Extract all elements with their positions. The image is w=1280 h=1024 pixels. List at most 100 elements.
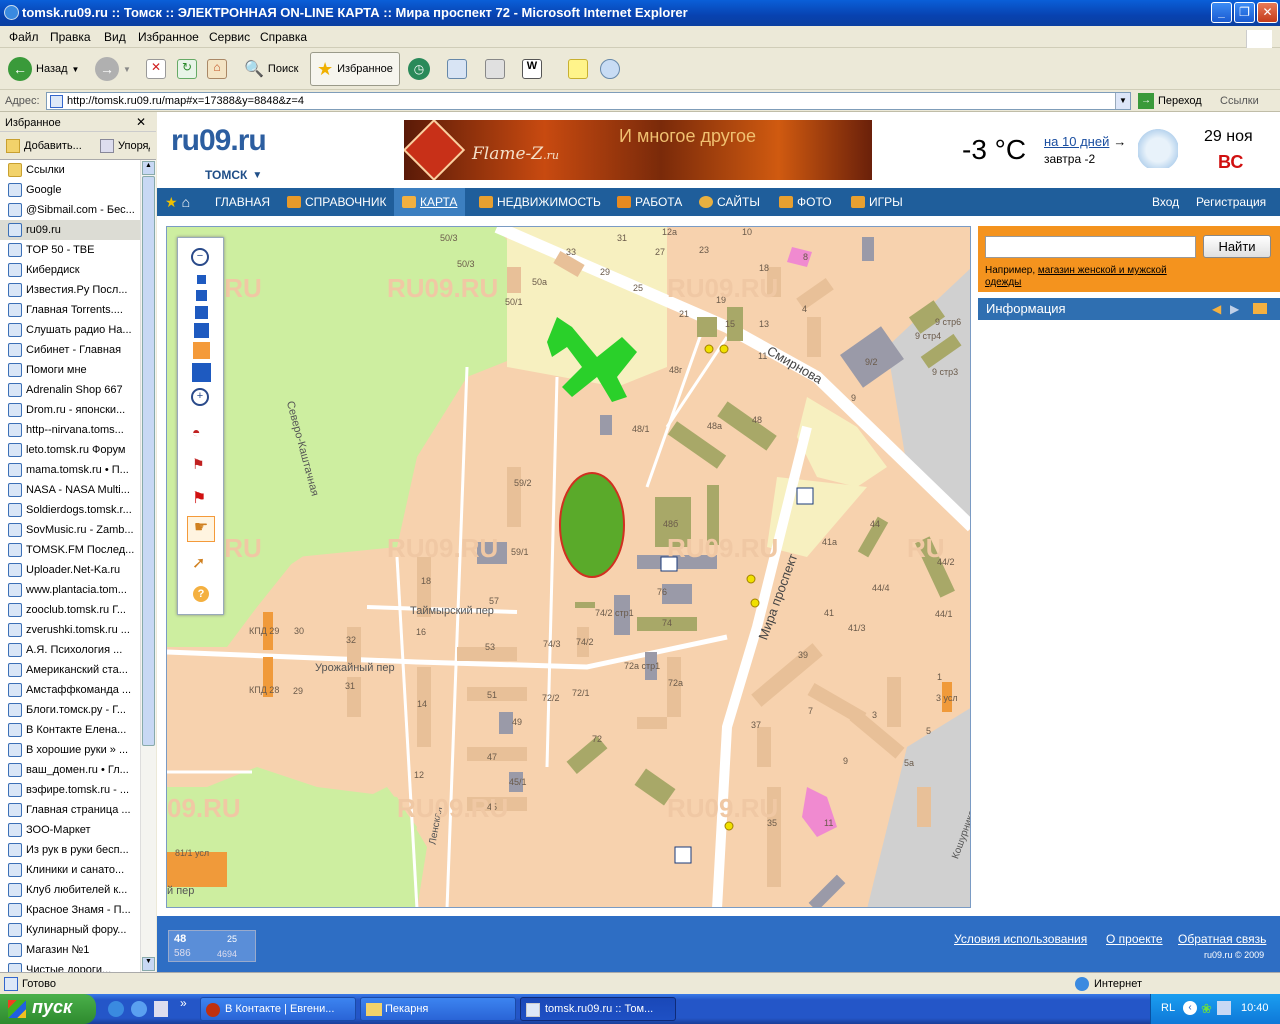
prev-arrow-icon[interactable]: ◀ bbox=[1212, 302, 1221, 316]
nav-map[interactable]: КАРТА bbox=[394, 188, 466, 216]
minimize-button[interactable]: _ bbox=[1211, 2, 1232, 23]
favorite-item[interactable]: Главная Torrents.... bbox=[0, 300, 140, 320]
favorite-item[interactable]: NASA - NASA Multi... bbox=[0, 480, 140, 500]
zoom-level-5-active[interactable] bbox=[193, 342, 210, 359]
scroll-thumb[interactable] bbox=[142, 176, 155, 746]
favorite-item[interactable]: Кибердиск bbox=[0, 260, 140, 280]
quicklaunch-desktop-icon[interactable] bbox=[154, 1001, 168, 1017]
search-input[interactable] bbox=[985, 236, 1196, 258]
flag-icon[interactable]: ⚑ bbox=[192, 488, 210, 507]
task-vkontakte[interactable]: В Контакте | Евгени... bbox=[200, 997, 356, 1021]
task-bakery[interactable]: Пекарня bbox=[360, 997, 516, 1021]
favorite-item[interactable]: ЗОО-Маркет bbox=[0, 820, 140, 840]
zoom-level-4[interactable] bbox=[194, 323, 209, 338]
terms-link[interactable]: Условия использования bbox=[954, 932, 1087, 946]
quicklaunch-ie-icon[interactable] bbox=[131, 1001, 147, 1017]
zoom-level-6[interactable] bbox=[192, 363, 211, 382]
site-logo[interactable]: ru09.ru ТОМСК ▼ bbox=[171, 124, 311, 184]
favorite-item[interactable]: Американский ста... bbox=[0, 660, 140, 680]
favorite-item[interactable]: Adrenalin Shop 667 bbox=[0, 380, 140, 400]
quicklaunch-more-icon[interactable]: » bbox=[180, 996, 187, 1010]
sidebar-close-icon[interactable]: ✕ bbox=[136, 115, 146, 129]
favorite-item[interactable]: Ссылки bbox=[0, 160, 140, 180]
quicklaunch-browser-icon[interactable] bbox=[108, 1001, 124, 1017]
city-selector[interactable]: ТОМСК ▼ bbox=[205, 168, 262, 182]
favorite-item[interactable]: leto.tomsk.ru Форум bbox=[0, 440, 140, 460]
nav-main[interactable]: ГЛАВНАЯ bbox=[215, 188, 270, 216]
messenger-icon[interactable] bbox=[600, 59, 620, 79]
menu-favorites[interactable]: Избранное bbox=[138, 30, 199, 44]
map-canvas[interactable]: Смирнова Мира проспект Таймырский пер Ур… bbox=[167, 227, 971, 908]
tray-network-icon[interactable] bbox=[1217, 1001, 1231, 1015]
nav-sites[interactable]: САЙТЫ bbox=[699, 188, 760, 216]
links-label[interactable]: Ссылки bbox=[1220, 95, 1259, 107]
favorite-item[interactable]: В хорошие руки » ... bbox=[0, 740, 140, 760]
back-button[interactable]: ← Назад ▼ bbox=[8, 57, 79, 81]
stop-icon[interactable]: ✕ bbox=[146, 59, 166, 79]
add-favorite-button[interactable]: Добавить... bbox=[6, 139, 82, 153]
nav-home-icons[interactable]: ★ ⌂ bbox=[165, 188, 190, 216]
sidebar-scrollbar[interactable]: ▲ ▼ bbox=[140, 160, 156, 972]
pan-hand-icon[interactable]: ☛ bbox=[187, 516, 215, 542]
nav-photo[interactable]: ФОТО bbox=[779, 188, 832, 216]
search-button[interactable]: 🔍 Поиск bbox=[244, 57, 298, 81]
help-icon[interactable]: ? bbox=[193, 586, 209, 602]
clear-flags-icon[interactable]: ⚑ bbox=[192, 456, 210, 474]
zoom-out-icon[interactable]: − bbox=[191, 248, 209, 266]
visit-counter[interactable]: 48 25 586 4694 bbox=[168, 930, 256, 962]
next-arrow-icon[interactable]: ▶ bbox=[1230, 302, 1239, 316]
mail-icon[interactable] bbox=[447, 59, 467, 79]
nav-directory[interactable]: СПРАВОЧНИК bbox=[287, 188, 386, 216]
home-icon[interactable]: ⌂ bbox=[207, 59, 227, 79]
task-tomsk-ie[interactable]: tomsk.ru09.ru :: Том... bbox=[520, 997, 676, 1021]
favorite-item[interactable]: Амстаффкоманда ... bbox=[0, 680, 140, 700]
favorite-item[interactable]: http--nirvana.toms... bbox=[0, 420, 140, 440]
tray-arrow-icon[interactable]: ‹ bbox=[1183, 1001, 1197, 1015]
scroll-down-icon[interactable]: ▼ bbox=[142, 957, 155, 971]
favorite-item[interactable]: А.Я. Психология ... bbox=[0, 640, 140, 660]
menu-tools[interactable]: Сервис bbox=[209, 30, 250, 44]
favorite-item[interactable]: Слушать радио На... bbox=[0, 320, 140, 340]
favorite-item[interactable]: ваш_домен.ru • Гл... bbox=[0, 760, 140, 780]
favorite-item[interactable]: TOMSK.FM Послед... bbox=[0, 540, 140, 560]
print-icon[interactable] bbox=[485, 59, 505, 79]
menu-view[interactable]: Вид bbox=[104, 30, 126, 44]
favorite-item[interactable]: ru09.ru bbox=[0, 220, 140, 240]
favorite-item[interactable]: Клиники и санато... bbox=[0, 860, 140, 880]
zoom-in-icon[interactable]: + bbox=[191, 388, 209, 406]
organize-favorites-button[interactable]: Упорядочить... bbox=[100, 139, 150, 153]
favorite-item[interactable]: вэфире.tomsk.ru - ... bbox=[0, 780, 140, 800]
favorite-item[interactable]: mama.tomsk.ru • П... bbox=[0, 460, 140, 480]
map-view[interactable]: Смирнова Мира проспект Таймырский пер Ур… bbox=[166, 226, 971, 908]
feedback-link[interactable]: Обратная связь bbox=[1178, 932, 1266, 946]
about-link[interactable]: О проекте bbox=[1106, 932, 1163, 946]
favorite-item[interactable]: Магазин №1 bbox=[0, 940, 140, 960]
zoom-level-2[interactable] bbox=[196, 290, 207, 301]
address-dropdown-icon[interactable]: ▼ bbox=[1115, 93, 1130, 109]
zoom-level-1[interactable] bbox=[197, 275, 206, 284]
register-link[interactable]: Регистрация bbox=[1196, 188, 1266, 216]
favorite-item[interactable]: Из рук в руки бесп... bbox=[0, 840, 140, 860]
favorite-item[interactable]: Блоги.томск.ру - Г... bbox=[0, 700, 140, 720]
menu-edit[interactable]: Правка bbox=[50, 30, 91, 44]
favorite-item[interactable]: Soldierdogs.tomsk.r... bbox=[0, 500, 140, 520]
close-button[interactable]: ✕ bbox=[1257, 2, 1278, 23]
menu-file[interactable]: Файл bbox=[9, 30, 39, 44]
history-icon[interactable]: ◷ bbox=[408, 58, 430, 80]
favorite-item[interactable]: www.plantacia.tom... bbox=[0, 580, 140, 600]
start-button[interactable]: пуск bbox=[0, 994, 96, 1024]
maximize-button[interactable]: ❐ bbox=[1234, 2, 1255, 23]
favorite-item[interactable]: @Sibmail.com - Бес... bbox=[0, 200, 140, 220]
favorite-item[interactable]: SovMusic.ru - Zamb... bbox=[0, 520, 140, 540]
language-indicator[interactable]: RL bbox=[1161, 1002, 1175, 1014]
arrow-icon[interactable]: ➚ bbox=[192, 553, 210, 572]
login-link[interactable]: Вход bbox=[1152, 188, 1179, 216]
favorite-item[interactable]: Клуб любителей к... bbox=[0, 880, 140, 900]
forward-button[interactable]: → ▼ bbox=[95, 57, 131, 81]
favorite-item[interactable]: Главная страница ... bbox=[0, 800, 140, 820]
note-icon[interactable] bbox=[568, 59, 588, 79]
favorite-item[interactable]: Сибинет - Главная bbox=[0, 340, 140, 360]
forecast-link[interactable]: на 10 дней → bbox=[1044, 134, 1126, 149]
nav-jobs[interactable]: РАБОТА bbox=[617, 188, 682, 216]
favorite-item[interactable]: Чистые дороги... bbox=[0, 960, 140, 972]
